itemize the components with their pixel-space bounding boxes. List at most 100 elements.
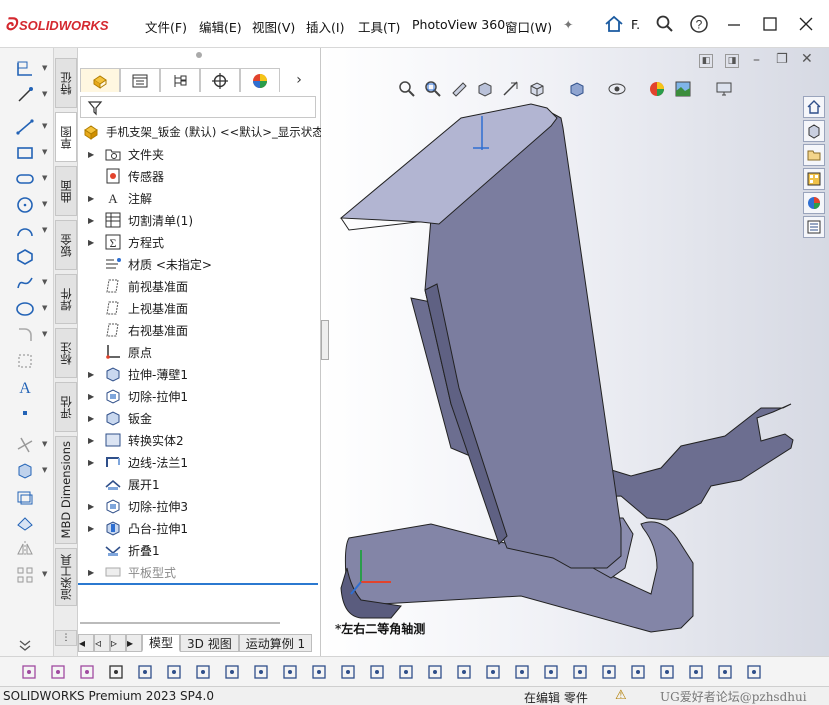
smart-dimension-icon[interactable]: ▼ bbox=[12, 84, 47, 106]
expand-chevron-icon[interactable]: ▶ bbox=[88, 568, 94, 577]
expand-chevron-icon[interactable]: ▶ bbox=[88, 392, 94, 401]
tab-evaluate[interactable]: 评估 bbox=[55, 382, 77, 432]
search-icon[interactable] bbox=[651, 10, 679, 38]
tree-item-front-plane[interactable]: 前视基准面 bbox=[78, 275, 318, 297]
rectangle-icon[interactable]: ▼ bbox=[12, 142, 47, 164]
more-tabs-icon[interactable]: ⋮ bbox=[55, 630, 77, 646]
magnetic-lines-icon[interactable] bbox=[134, 661, 156, 683]
maximize-icon[interactable] bbox=[756, 10, 784, 38]
dimension-icon[interactable] bbox=[685, 661, 707, 683]
tree-item-fold[interactable]: 折叠1 bbox=[78, 539, 318, 561]
plane-icon[interactable] bbox=[12, 350, 38, 372]
tree-filter-input[interactable] bbox=[80, 96, 316, 118]
tab-nav-last-icon[interactable]: ▸ bbox=[126, 634, 142, 652]
tangent-snap-icon[interactable] bbox=[366, 661, 388, 683]
circle-icon[interactable]: ▼ bbox=[12, 194, 47, 216]
tree-item-equations[interactable]: ▶ Σ 方程式 bbox=[78, 231, 318, 253]
filter-icon[interactable] bbox=[18, 661, 40, 683]
expand-chevron-icon[interactable]: ▶ bbox=[88, 502, 94, 511]
menu-file[interactable]: 文件(F) bbox=[145, 17, 187, 36]
nearest-snap-icon[interactable] bbox=[337, 661, 359, 683]
tab-nav-prev-icon[interactable]: ◃ bbox=[94, 634, 110, 652]
line-icon[interactable]: ▼ bbox=[12, 116, 47, 138]
rollback-bar[interactable] bbox=[78, 583, 318, 585]
surface-offset-icon[interactable] bbox=[12, 512, 38, 534]
tree-item-cut-list[interactable]: ▶ 切割清单(1) bbox=[78, 209, 318, 231]
tree-item-sensors[interactable]: 传感器 bbox=[78, 165, 318, 187]
tab-mbd-dimensions[interactable]: MBD Dimensions bbox=[55, 436, 77, 544]
tab-annotation[interactable]: 标注 bbox=[55, 328, 77, 378]
select-icon[interactable] bbox=[105, 661, 127, 683]
expand-chevron-icon[interactable]: ▶ bbox=[88, 194, 94, 203]
tree-item-folder[interactable]: ▶ 文件夹 bbox=[78, 143, 318, 165]
panel-grip-icon[interactable] bbox=[196, 52, 202, 58]
menu-photoview[interactable]: PhotoView 360 bbox=[412, 17, 505, 32]
intersection-snap-icon[interactable] bbox=[308, 661, 330, 683]
tab-sketch[interactable]: 草图 bbox=[55, 112, 77, 162]
expand-chevron-icon[interactable]: ▶ bbox=[88, 150, 94, 159]
vertical-snap-icon[interactable] bbox=[482, 661, 504, 683]
endpoint-snap-icon[interactable] bbox=[192, 661, 214, 683]
tree-item-boss-extrude[interactable]: ▶ 凸台-拉伸1 bbox=[78, 517, 318, 539]
menu-edit[interactable]: 编辑(E) bbox=[199, 17, 242, 36]
tree-item-edge-flange[interactable]: ▶ 边线-法兰1 bbox=[78, 451, 318, 473]
minimize-icon[interactable] bbox=[720, 10, 748, 38]
tree-scrollbar[interactable] bbox=[80, 622, 280, 624]
tree-item-flat-pattern[interactable]: ▶ 平板型式 bbox=[78, 561, 318, 583]
trim-icon[interactable]: ▼ bbox=[12, 434, 47, 456]
home-icon[interactable] bbox=[600, 10, 628, 38]
text-icon[interactable]: A bbox=[12, 376, 38, 398]
perpendicular-snap-icon[interactable] bbox=[395, 661, 417, 683]
ellipse-icon[interactable]: ▼ bbox=[12, 298, 47, 320]
polygon-icon[interactable] bbox=[12, 246, 38, 268]
centerpoint-snap-icon[interactable] bbox=[221, 661, 243, 683]
pin-icon[interactable]: ✦ bbox=[563, 17, 573, 32]
mirror-icon[interactable] bbox=[12, 538, 38, 560]
rebuild-icon[interactable]: ⚠ bbox=[615, 688, 627, 703]
annotation-icon[interactable] bbox=[627, 661, 649, 683]
graphics-area[interactable]: ◧ ◨ – ❐ ✕ *左右二等角轴测 bbox=[321, 48, 829, 656]
fillet-icon[interactable]: ▼ bbox=[12, 324, 47, 346]
parallel-snap-icon[interactable] bbox=[424, 661, 446, 683]
expand-chevron-icon[interactable]: ▶ bbox=[88, 414, 94, 423]
display-manager-tab-icon[interactable] bbox=[240, 68, 280, 92]
tab-nav-next-icon[interactable]: ▹ bbox=[110, 634, 126, 652]
tab-features[interactable]: 特征 bbox=[55, 58, 77, 108]
point-snap-icon[interactable] bbox=[163, 661, 185, 683]
view-sketch-icon[interactable] bbox=[714, 661, 736, 683]
dimxpert-tab-icon[interactable] bbox=[200, 68, 240, 92]
property-manager-tab-icon[interactable] bbox=[120, 68, 160, 92]
tab-nav-first-icon[interactable]: ◂ bbox=[78, 634, 94, 652]
menu-insert[interactable]: 插入(I) bbox=[306, 17, 344, 36]
relations-icon[interactable] bbox=[656, 661, 678, 683]
tree-item-top-plane[interactable]: 上视基准面 bbox=[78, 297, 318, 319]
close-icon[interactable] bbox=[792, 10, 820, 38]
tree-root-part[interactable]: 手机支架_钣金 (默认) <<默认>_显示状态 bbox=[78, 121, 324, 143]
angle-snap-icon[interactable] bbox=[569, 661, 591, 683]
tree-item-material[interactable]: 材质 <未指定> bbox=[78, 253, 318, 275]
more-commands-icon[interactable] bbox=[12, 634, 38, 656]
convert-entities-icon[interactable]: ▼ bbox=[12, 460, 47, 482]
grid-snap-icon[interactable] bbox=[540, 661, 562, 683]
solidworks-logo[interactable]: ᘐ SOLIDWORKS bbox=[5, 14, 109, 36]
configuration-manager-tab-icon[interactable] bbox=[160, 68, 200, 92]
tab-3d-views[interactable]: 3D 视图 bbox=[180, 634, 239, 652]
toggle-filter-icon[interactable] bbox=[76, 661, 98, 683]
point-icon[interactable] bbox=[12, 402, 38, 424]
linear-pattern-icon[interactable]: ▼ bbox=[12, 564, 47, 586]
expand-chevron-icon[interactable]: ▶ bbox=[88, 524, 94, 533]
midpoint-snap-icon[interactable] bbox=[250, 661, 272, 683]
select-filter-icon[interactable] bbox=[47, 661, 69, 683]
expand-chevron-icon[interactable]: ▶ bbox=[88, 370, 94, 379]
menu-window[interactable]: 窗口(W) bbox=[505, 17, 552, 36]
tree-item-right-plane[interactable]: 右视基准面 bbox=[78, 319, 318, 341]
tab-surfaces[interactable]: 曲面 bbox=[55, 166, 77, 216]
sketch-numeric-icon[interactable] bbox=[598, 661, 620, 683]
tree-item-unfold[interactable]: 展开1 bbox=[78, 473, 318, 495]
expand-chevron-icon[interactable]: ▶ bbox=[88, 216, 94, 225]
tree-item-extrude-thin[interactable]: ▶ 拉伸-薄壁1 bbox=[78, 363, 318, 385]
tree-item-convert-solid[interactable]: ▶ 转换实体2 bbox=[78, 429, 318, 451]
sketch-icon[interactable]: ▼ bbox=[12, 58, 47, 80]
quadrant-snap-icon[interactable] bbox=[279, 661, 301, 683]
tab-render-tools[interactable]: 渲染工具 bbox=[55, 548, 77, 606]
